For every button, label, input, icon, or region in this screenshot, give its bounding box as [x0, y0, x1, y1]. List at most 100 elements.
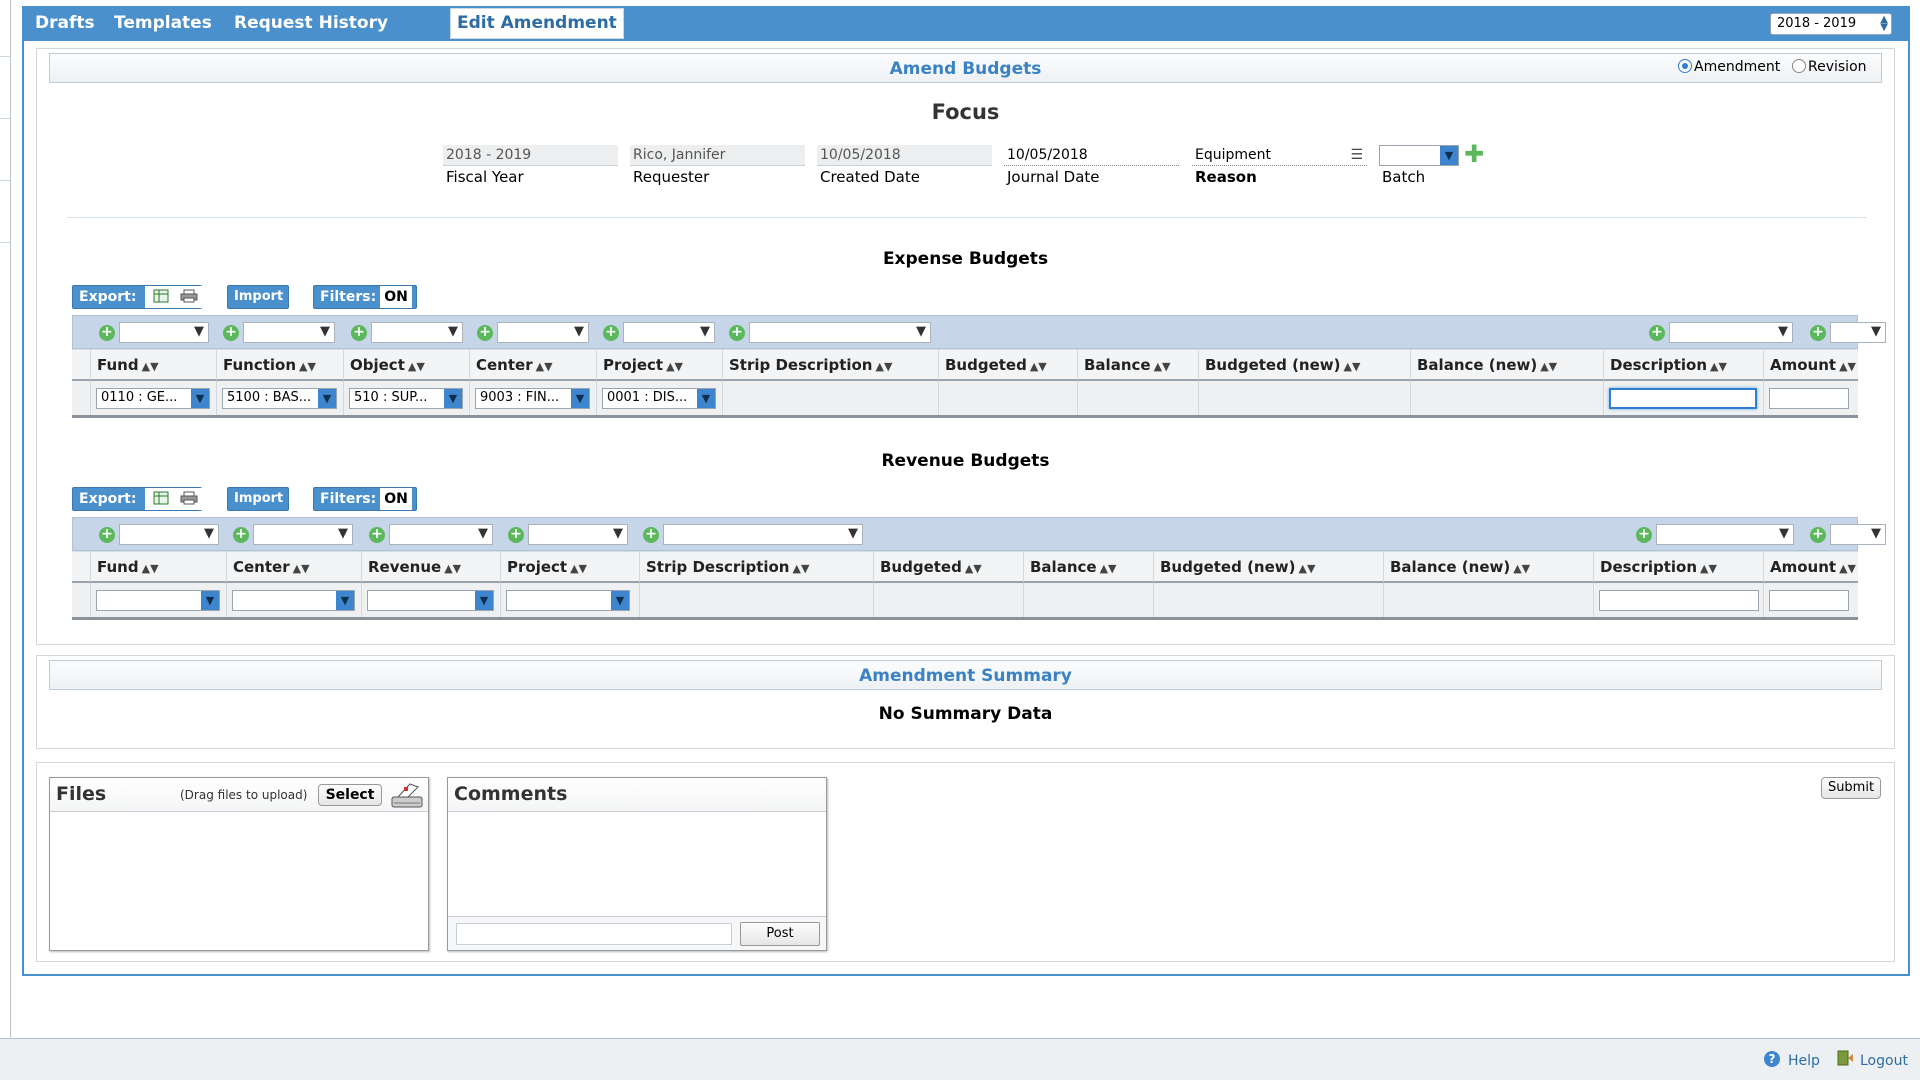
help-link[interactable]: Help: [1788, 1053, 1820, 1069]
column-header-fund[interactable]: Fund ▲▼: [90, 350, 216, 380]
add-filter-icon[interactable]: +: [1810, 325, 1826, 341]
description-input[interactable]: [1609, 388, 1757, 409]
journal-date-field[interactable]: 10/05/2018 Journal Date: [1004, 145, 1179, 188]
add-filter-icon[interactable]: +: [99, 527, 115, 543]
spreadsheet-icon[interactable]: [153, 289, 171, 303]
column-header-budgeted[interactable]: Budgeted ▲▼: [873, 552, 1023, 582]
filter-center-select[interactable]: [497, 322, 589, 343]
column-header-budgeted[interactable]: Budgeted ▲▼: [938, 350, 1077, 380]
add-filter-icon[interactable]: +: [369, 527, 385, 543]
column-header-budgeted-new[interactable]: Budgeted (new) ▲▼: [1153, 552, 1383, 582]
function-select[interactable]: 5100 : BAS... ▼: [222, 388, 337, 409]
add-filter-icon[interactable]: +: [603, 325, 619, 341]
column-header-project[interactable]: Project ▲▼: [500, 552, 639, 582]
filter-project-select[interactable]: [623, 322, 715, 343]
amount-input[interactable]: [1769, 590, 1849, 611]
amount-input[interactable]: [1769, 388, 1849, 409]
column-header-description[interactable]: Description ▲▼: [1593, 552, 1763, 582]
column-header-object[interactable]: Object ▲▼: [343, 350, 469, 380]
column-header-fund[interactable]: Fund ▲▼: [90, 552, 226, 582]
column-header-description[interactable]: Description ▲▼: [1603, 350, 1763, 380]
tab-edit-amendment[interactable]: Edit Amendment: [450, 8, 624, 39]
journal-date-input[interactable]: 10/05/2018: [1004, 145, 1179, 166]
object-select[interactable]: 510 : SUP... ▼: [349, 388, 463, 409]
add-filter-icon[interactable]: +: [233, 527, 249, 543]
fund-select[interactable]: ▼: [96, 590, 220, 611]
filter-fund-select[interactable]: [119, 524, 219, 545]
column-header-balance-new[interactable]: Balance (new) ▲▼: [1410, 350, 1603, 380]
add-filter-icon[interactable]: +: [1636, 527, 1652, 543]
column-header-center[interactable]: Center ▲▼: [469, 350, 596, 380]
add-filter-icon[interactable]: +: [351, 325, 367, 341]
strip-description-cell: [722, 381, 938, 415]
add-filter-icon[interactable]: +: [1649, 325, 1665, 341]
filter-amount-select[interactable]: [1830, 322, 1886, 343]
list-icon[interactable]: ☰: [1350, 147, 1363, 163]
reason-input[interactable]: Equipment ☰: [1192, 145, 1367, 166]
add-filter-icon[interactable]: +: [477, 325, 493, 341]
revenue-filters-toggle[interactable]: Filters: ON: [313, 487, 417, 511]
column-header-balance[interactable]: Balance ▲▼: [1023, 552, 1153, 582]
revenue-import-button[interactable]: Import: [227, 487, 289, 511]
project-select[interactable]: 0001 : DIS... ▼: [602, 388, 716, 409]
expense-filters-toggle[interactable]: Filters: ON: [313, 285, 417, 309]
add-filter-icon[interactable]: +: [99, 325, 115, 341]
column-header-project[interactable]: Project ▲▼: [596, 350, 722, 380]
tab-templates[interactable]: Templates: [114, 13, 212, 33]
tab-drafts[interactable]: Drafts: [35, 13, 95, 33]
revenue-select[interactable]: ▼: [367, 590, 494, 611]
filter-object-select[interactable]: [371, 322, 463, 343]
column-header-balance-new[interactable]: Balance (new) ▲▼: [1383, 552, 1593, 582]
filter-strip-description-select[interactable]: [663, 524, 863, 545]
expense-import-button[interactable]: Import: [227, 285, 289, 309]
reason-field[interactable]: Equipment ☰ Reason: [1192, 145, 1367, 188]
column-header-center[interactable]: Center ▲▼: [226, 552, 361, 582]
logout-icon[interactable]: [1836, 1049, 1854, 1067]
column-header-budgeted-new[interactable]: Budgeted (new) ▲▼: [1198, 350, 1410, 380]
scanner-icon[interactable]: [390, 781, 426, 811]
add-filter-icon[interactable]: +: [223, 325, 239, 341]
add-batch-icon[interactable]: ✚: [1464, 142, 1484, 166]
logout-link[interactable]: Logout: [1860, 1053, 1908, 1069]
filter-fund-select[interactable]: [119, 322, 209, 343]
fund-select[interactable]: 0110 : GE... ▼: [96, 388, 210, 409]
column-header-strip-description[interactable]: Strip Description ▲▼: [722, 350, 938, 380]
print-icon[interactable]: [180, 491, 198, 505]
post-comment-button[interactable]: Post: [740, 922, 820, 946]
revenue-export-button[interactable]: Export:: [72, 487, 203, 511]
column-header-function[interactable]: Function ▲▼: [216, 350, 343, 380]
column-header-balance[interactable]: Balance ▲▼: [1077, 350, 1198, 380]
filter-description-select[interactable]: [1669, 322, 1793, 343]
radio-amendment[interactable]: Amendment: [1678, 59, 1780, 75]
center-select[interactable]: ▼: [232, 590, 355, 611]
description-input[interactable]: [1599, 590, 1759, 611]
filter-center-select[interactable]: [253, 524, 353, 545]
print-icon[interactable]: [180, 289, 198, 303]
column-header-strip-description[interactable]: Strip Description ▲▼: [639, 552, 873, 582]
help-icon[interactable]: ?: [1764, 1051, 1780, 1067]
fiscal-year-select[interactable]: 2018 - 2019 ▲ ▼: [1770, 13, 1892, 35]
add-filter-icon[interactable]: +: [1810, 527, 1826, 543]
radio-revision[interactable]: Revision: [1792, 59, 1867, 75]
filter-function-select[interactable]: [243, 322, 335, 343]
comment-input[interactable]: [456, 923, 732, 945]
filter-description-select[interactable]: [1656, 524, 1794, 545]
filter-strip-description-select[interactable]: [749, 322, 931, 343]
tab-request-history[interactable]: Request History: [234, 13, 388, 33]
spreadsheet-icon[interactable]: [153, 491, 171, 505]
filter-project-select[interactable]: [528, 524, 628, 545]
column-header-amount[interactable]: Amount ▲▼: [1763, 552, 1858, 582]
column-header-amount[interactable]: Amount ▲▼: [1763, 350, 1858, 380]
select-files-button[interactable]: Select: [318, 784, 382, 806]
project-select[interactable]: ▼: [506, 590, 630, 611]
submit-button[interactable]: Submit: [1821, 777, 1881, 799]
filter-amount-select[interactable]: [1830, 524, 1886, 545]
filter-revenue-select[interactable]: [389, 524, 493, 545]
expense-export-button[interactable]: Export:: [72, 285, 203, 309]
batch-select[interactable]: ▼: [1379, 145, 1459, 166]
add-filter-icon[interactable]: +: [729, 325, 745, 341]
column-header-revenue[interactable]: Revenue ▲▼: [361, 552, 500, 582]
add-filter-icon[interactable]: +: [508, 527, 524, 543]
add-filter-icon[interactable]: +: [643, 527, 659, 543]
center-select[interactable]: 9003 : FIN... ▼: [475, 388, 590, 409]
